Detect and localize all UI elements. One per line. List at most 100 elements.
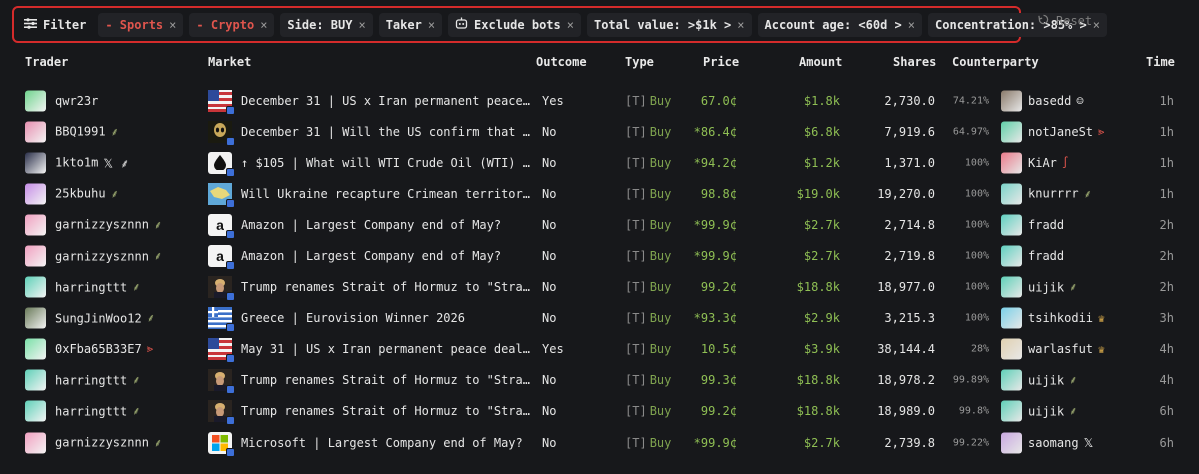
trader-name[interactable]: harringttt [55, 280, 127, 294]
trader-cell[interactable]: garnizzysznnn ⸙ [55, 217, 162, 232]
counterparty-name[interactable]: warlasfut [1028, 342, 1093, 356]
counterparty-avatar[interactable] [1001, 245, 1022, 267]
counterparty-name[interactable]: KiAr [1028, 156, 1057, 170]
counterparty-avatar[interactable] [1001, 338, 1022, 360]
table-row[interactable]: SungJinWoo12 ⸙ Greece | Eurovision Winner … [0, 303, 1199, 334]
close-icon[interactable]: × [737, 18, 744, 32]
counterparty-name[interactable]: uijik [1028, 404, 1064, 418]
counterparty-cell[interactable]: warlasfut ♛ [1028, 342, 1105, 356]
counterparty-avatar[interactable] [1001, 307, 1022, 329]
filter-chip[interactable]: - Sports × [98, 12, 184, 37]
close-icon[interactable]: × [428, 18, 435, 32]
counterparty-cell[interactable]: notJaneSt ⪢ [1028, 125, 1104, 139]
counterparty-avatar[interactable] [1001, 432, 1022, 454]
counterparty-cell[interactable]: KiAr ∫ [1028, 156, 1069, 170]
trader-avatar[interactable] [25, 307, 46, 329]
counterparty-name[interactable]: saomang [1028, 436, 1079, 450]
counterparty-avatar[interactable] [1001, 214, 1022, 236]
trader-cell[interactable]: harringttt ⸙ [55, 280, 141, 295]
market-link[interactable]: Trump renames Strait of Hormuz to "Strai… [241, 373, 533, 387]
trader-avatar[interactable] [25, 276, 46, 298]
trader-avatar[interactable] [25, 183, 46, 205]
close-icon[interactable]: × [358, 18, 365, 32]
filter-chip[interactable]: Account age: <60d > × [757, 12, 923, 37]
market-link[interactable]: May 31 | US x Iran permanent peace deal … [241, 342, 533, 356]
table-row[interactable]: 1kto1m 𝕏 ⸙ ↑ $105 | What will WTI Crude Oi… [0, 147, 1199, 178]
header-shares[interactable]: Shares [893, 55, 936, 69]
counterparty-cell[interactable]: tsihkodii ♛ [1028, 311, 1105, 325]
header-time[interactable]: Time [1146, 55, 1175, 69]
table-row[interactable]: 0xFba65B33E7 ⪢ May 31 | US x Iran permanen… [0, 334, 1199, 365]
counterparty-cell[interactable]: uijik ⸙ [1028, 280, 1077, 295]
market-link[interactable]: Microsoft | Largest Company end of May? [241, 436, 533, 450]
counterparty-cell[interactable]: uijik ⸙ [1028, 404, 1077, 419]
trader-name[interactable]: harringttt [55, 404, 127, 418]
trader-name[interactable]: garnizzysznnn [55, 249, 149, 263]
market-link[interactable]: December 31 | US x Iran permanent peace … [241, 94, 533, 108]
market-link[interactable]: December 31 | Will the US confirm that a… [241, 125, 533, 139]
table-row[interactable]: 25kbuhu ⸙ Will Ukraine recapture Crimean t… [0, 178, 1199, 209]
trader-cell[interactable]: 1kto1m 𝕏 ⸙ [55, 154, 129, 171]
counterparty-name[interactable]: fradd [1028, 218, 1064, 232]
trader-avatar[interactable] [25, 121, 46, 143]
counterparty-avatar[interactable] [1001, 121, 1022, 143]
table-row[interactable]: garnizzysznnn ⸙ Microsoft | Largest Compan… [0, 427, 1199, 458]
counterparty-avatar[interactable] [1001, 369, 1022, 391]
counterparty-cell[interactable]: knurrrr ⸙ [1028, 186, 1092, 201]
table-row[interactable]: BBQ1991 ⸙ December 31 | Will the US confir… [0, 116, 1199, 147]
market-link[interactable]: Will Ukraine recapture Crimean territory… [241, 187, 533, 201]
market-link[interactable]: Trump renames Strait of Hormuz to "Strai… [241, 280, 533, 294]
trader-name[interactable]: 1kto1m [55, 156, 98, 170]
counterparty-cell[interactable]: fradd [1028, 249, 1064, 263]
filter-chip[interactable]: Side: BUY × [280, 12, 373, 37]
trader-avatar[interactable] [25, 90, 46, 112]
table-row[interactable]: garnizzysznnn ⸙ a Amazon | Largest Company … [0, 240, 1199, 271]
reset-button[interactable]: Reset [1038, 14, 1092, 28]
trader-avatar[interactable] [25, 245, 46, 267]
trader-cell[interactable]: garnizzysznnn ⸙ [55, 435, 162, 450]
header-amount[interactable]: Amount [799, 55, 842, 69]
trader-avatar[interactable] [25, 338, 46, 360]
filter-chip[interactable]: Total value: >$1k > × [586, 12, 752, 37]
trader-name[interactable]: qwr23r [55, 94, 98, 108]
counterparty-name[interactable]: knurrrr [1028, 187, 1079, 201]
trader-avatar[interactable] [25, 152, 46, 174]
counterparty-name[interactable]: uijik [1028, 373, 1064, 387]
counterparty-name[interactable]: notJaneSt [1028, 125, 1093, 139]
trader-cell[interactable]: 0xFba65B33E7 ⪢ [55, 342, 153, 356]
header-price[interactable]: Price [703, 55, 739, 69]
trader-cell[interactable]: garnizzysznnn ⸙ [55, 249, 162, 264]
counterparty-cell[interactable]: fradd [1028, 218, 1064, 232]
trader-cell[interactable]: BBQ1991 ⸙ [55, 124, 119, 139]
header-counterparty[interactable]: Counterparty [952, 55, 1039, 69]
counterparty-avatar[interactable] [1001, 276, 1022, 298]
trader-avatar[interactable] [25, 369, 46, 391]
counterparty-cell[interactable]: uijik ⸙ [1028, 373, 1077, 388]
trader-name[interactable]: 0xFba65B33E7 [55, 342, 142, 356]
counterparty-cell[interactable]: saomang 𝕏 [1028, 436, 1093, 450]
counterparty-name[interactable]: uijik [1028, 280, 1064, 294]
table-row[interactable]: harringttt ⸙ Trump renames Strait of Hormu… [0, 365, 1199, 396]
trader-name[interactable]: harringttt [55, 373, 127, 387]
trader-name[interactable]: SungJinWoo12 [55, 311, 142, 325]
header-market[interactable]: Market [208, 55, 251, 69]
counterparty-name[interactable]: fradd [1028, 249, 1064, 263]
counterparty-avatar[interactable] [1001, 183, 1022, 205]
close-icon[interactable]: × [908, 18, 915, 32]
trader-name[interactable]: BBQ1991 [55, 125, 106, 139]
close-icon[interactable]: × [260, 18, 267, 32]
trader-name[interactable]: garnizzysznnn [55, 436, 149, 450]
trader-name[interactable]: 25kbuhu [55, 187, 106, 201]
table-row[interactable]: qwr23r December 31 | US x Iran permanent … [0, 85, 1199, 116]
trader-cell[interactable]: SungJinWoo12 ⸙ [55, 311, 155, 326]
counterparty-avatar[interactable] [1001, 400, 1022, 422]
market-link[interactable]: ↑ $105 | What will WTI Crude Oil (WTI) h… [241, 156, 533, 170]
table-row[interactable]: harringttt ⸙ Trump renames Strait of Hormu… [0, 272, 1199, 303]
filter-chip[interactable]: Taker × [378, 12, 443, 37]
trader-avatar[interactable] [25, 432, 46, 454]
header-outcome[interactable]: Outcome [536, 55, 587, 69]
counterparty-name[interactable]: basedd [1028, 94, 1071, 108]
trader-cell[interactable]: 25kbuhu ⸙ [55, 186, 119, 201]
filter-chip[interactable]: - Crypto × [189, 12, 275, 37]
header-type[interactable]: Type [625, 55, 654, 69]
